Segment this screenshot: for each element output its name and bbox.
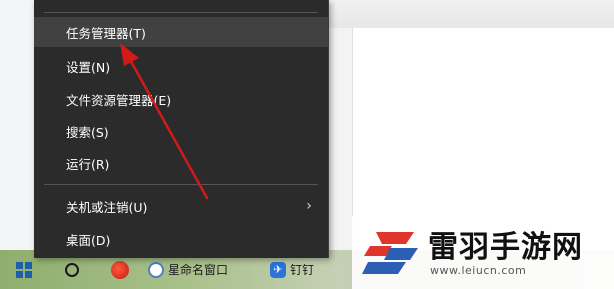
menu-item-label: 文件资源管理器(E) bbox=[66, 92, 172, 108]
windows-logo-icon bbox=[16, 261, 32, 278]
watermark: 雷羽手游网 www.leiucn.com bbox=[352, 216, 614, 289]
taskbar-window-label: 星命名窗口 bbox=[168, 263, 229, 277]
taskbar-app-button[interactable] bbox=[104, 254, 136, 285]
menu-item-label: 任务管理器(T) bbox=[66, 25, 146, 41]
leiyu-logo-icon bbox=[362, 232, 418, 274]
start-button[interactable] bbox=[10, 254, 38, 285]
taskbar-window-button[interactable]: 星命名窗口 bbox=[148, 254, 258, 285]
menu-separator bbox=[44, 12, 318, 13]
taskbar-dingtalk-label: 钉钉 bbox=[290, 263, 315, 277]
taskbar-search-button[interactable] bbox=[58, 254, 86, 285]
menu-item-file-explorer[interactable]: 文件资源管理器(E) bbox=[34, 84, 328, 114]
menu-item-settings[interactable]: 设置(N) bbox=[34, 51, 328, 81]
desktop-background-left bbox=[0, 0, 34, 250]
search-icon bbox=[65, 262, 79, 277]
menu-item-label: 关机或注销(U) bbox=[66, 199, 148, 215]
menu-item-label: 搜索(S) bbox=[66, 124, 109, 140]
menu-item-label: 桌面(D) bbox=[66, 232, 111, 248]
background-window-sidebar bbox=[328, 28, 352, 250]
chevron-right-icon: › bbox=[306, 198, 312, 214]
menu-item-run[interactable]: 运行(R) bbox=[34, 148, 328, 178]
watermark-url: www.leiucn.com bbox=[430, 264, 527, 277]
menu-separator bbox=[44, 184, 318, 185]
menu-item-label: 设置(N) bbox=[66, 59, 111, 75]
menu-item-search[interactable]: 搜索(S) bbox=[34, 116, 328, 146]
menu-item-desktop[interactable]: 桌面(D) bbox=[34, 224, 328, 254]
menu-item-task-manager[interactable]: 任务管理器(T) bbox=[34, 17, 328, 47]
watermark-title: 雷羽手游网 bbox=[428, 230, 583, 265]
window-icon bbox=[148, 261, 164, 278]
start-context-menu: 任务管理器(T) 设置(N) 文件资源管理器(E) 搜索(S) 运行(R) 关机… bbox=[34, 0, 329, 258]
dingtalk-icon: ✈ bbox=[270, 261, 286, 278]
menu-item-shutdown[interactable]: 关机或注销(U) › bbox=[34, 191, 328, 221]
menu-item-label: 运行(R) bbox=[66, 156, 110, 172]
app-icon bbox=[111, 260, 129, 279]
window-titlebar-area bbox=[328, 0, 614, 28]
taskbar-dingtalk-button[interactable]: ✈ 钉钉 bbox=[270, 254, 330, 285]
